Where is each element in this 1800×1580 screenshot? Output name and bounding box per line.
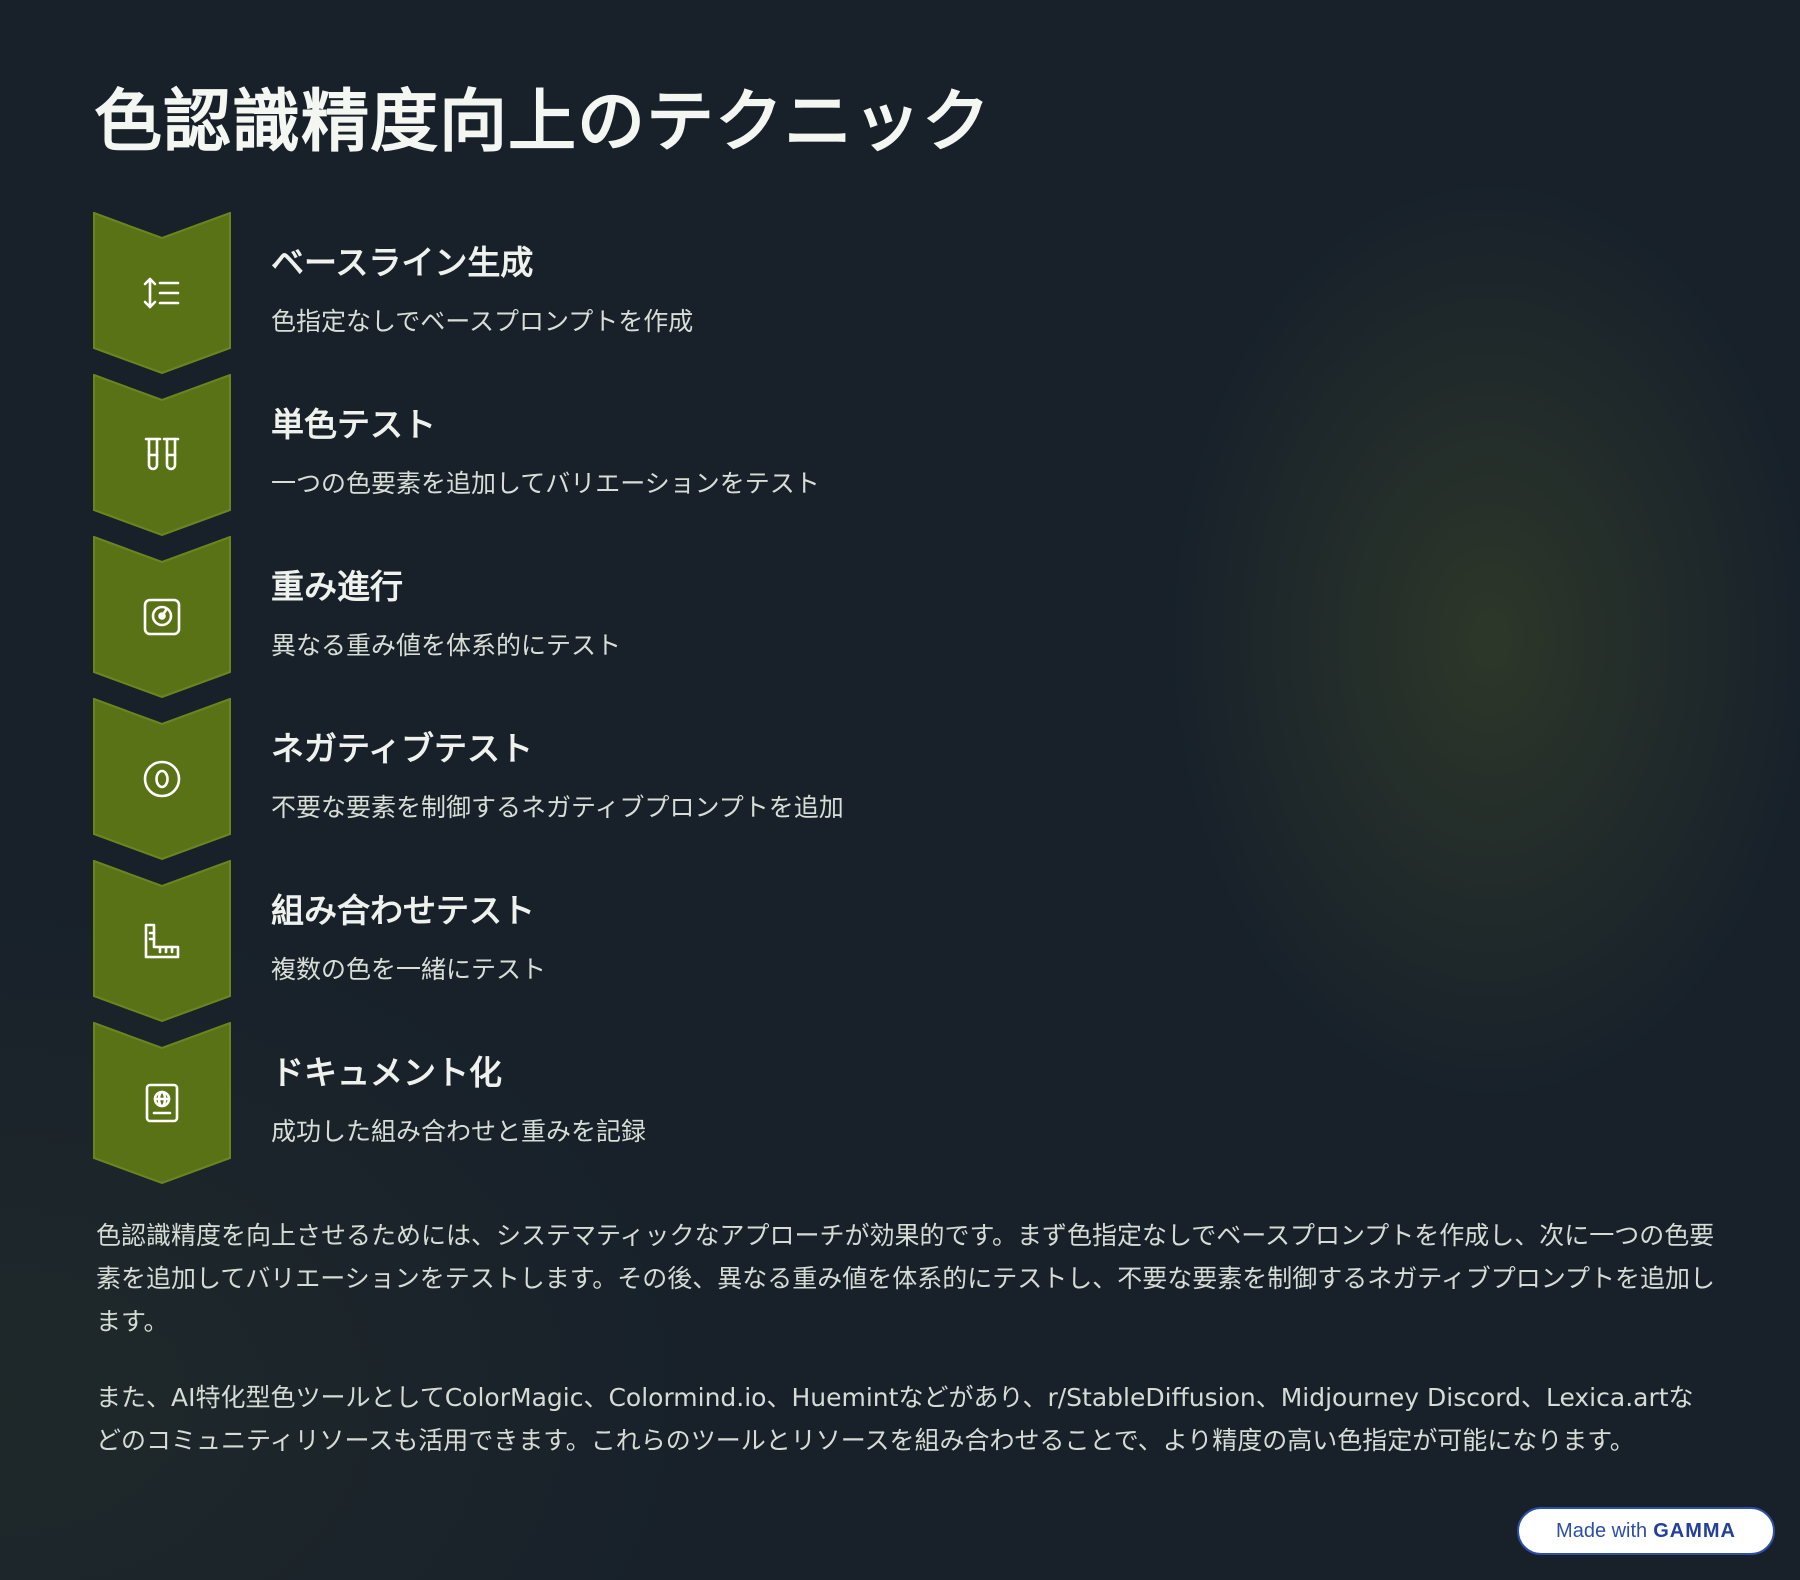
circle-zero-icon xyxy=(143,760,181,798)
step-title: ベースライン生成 xyxy=(271,243,534,282)
body-paragraph-2: また、AI特化型色ツールとしてColorMagic、Colormind.io、H… xyxy=(96,1383,1694,1455)
step-description: 色指定なしでベースプロンプトを作成 xyxy=(271,307,694,336)
step-description: 不要な要素を制御するネガティブプロンプトを追加 xyxy=(271,793,844,822)
step-chevron xyxy=(93,374,231,536)
step-description: 異なる重み値を体系的にテスト xyxy=(271,631,622,660)
step-negative-test: ネガティブテスト 不要な要素を制御するネガティブプロンプトを追加 xyxy=(93,698,993,860)
body-paragraph-1: 色認識精度を向上させるためには、システマティックなアプローチが効果的です。まず色… xyxy=(96,1221,1716,1336)
step-baseline: ベースライン生成 色指定なしでベースプロンプトを作成 xyxy=(93,212,993,374)
step-chevron xyxy=(93,1022,231,1184)
step-description: 一つの色要素を追加してバリエーションをテスト xyxy=(271,469,820,498)
step-chevron xyxy=(93,212,231,374)
step-weight-progression: 重み進行 異なる重み値を体系的にテスト xyxy=(93,536,993,698)
ruler-icon xyxy=(144,923,180,959)
step-title: ドキュメント化 xyxy=(271,1053,502,1092)
step-documentation: ドキュメント化 成功した組み合わせと重みを記録 xyxy=(93,1022,993,1184)
page-title: 色認識精度向上のテクニック xyxy=(94,83,992,162)
scale-icon xyxy=(143,598,181,636)
made-with-gamma-badge[interactable]: Made with GAMMA xyxy=(1517,1507,1775,1555)
step-title: 単色テスト xyxy=(271,405,436,444)
step-description: 複数の色を一緒にテスト xyxy=(271,955,547,984)
step-title: 重み進行 xyxy=(271,567,403,606)
step-description: 成功した組み合わせと重みを記録 xyxy=(271,1117,647,1146)
step-chevron xyxy=(93,860,231,1022)
sort-list-icon xyxy=(143,277,180,309)
badge-prefix: Made with xyxy=(1556,1519,1648,1542)
test-tubes-icon xyxy=(144,437,180,471)
gamma-logo: GAMMA xyxy=(1653,1519,1736,1542)
step-single-color: 単色テスト 一つの色要素を追加してバリエーションをテスト xyxy=(93,374,993,536)
step-chevron xyxy=(93,698,231,860)
step-chevron xyxy=(93,536,231,698)
step-title: ネガティブテスト xyxy=(271,729,534,768)
passport-icon xyxy=(145,1083,179,1123)
step-combination-test: 組み合わせテスト 複数の色を一緒にテスト xyxy=(93,860,993,1022)
step-title: 組み合わせテスト xyxy=(271,891,535,930)
